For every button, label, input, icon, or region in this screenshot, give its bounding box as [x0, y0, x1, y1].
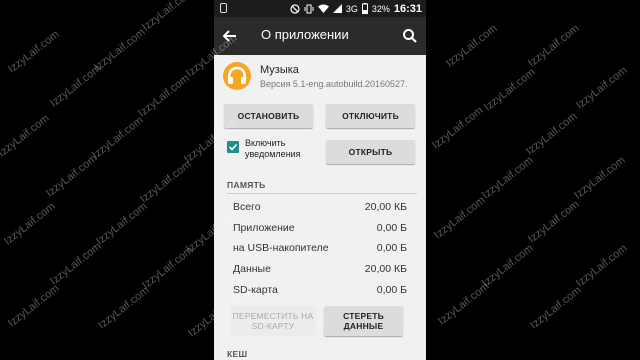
search-button[interactable] — [400, 26, 420, 46]
watermark: IzzyLaif.com — [482, 66, 538, 114]
watermark: IzzyLaif.com — [528, 284, 584, 332]
vibrate-icon — [304, 4, 314, 14]
watermark: IzzyLaif.com — [138, 158, 194, 206]
watermark: IzzyLaif.com — [136, 72, 192, 120]
watermark: IzzyLaif.com — [432, 194, 488, 242]
watermark: IzzyLaif.com — [444, 22, 500, 70]
arrow-back-icon — [222, 30, 236, 42]
watermark: IzzyLaif.com — [6, 28, 62, 76]
back-button[interactable] — [220, 26, 240, 46]
battery-level: 32% — [371, 3, 390, 14]
status-icons: 3G 32% 16:31 — [290, 1, 422, 16]
storage-label: Приложение — [233, 222, 295, 234]
app-header: Музыка Версия 5.1-eng.autobuild.20160527… — [214, 55, 426, 100]
storage-value: 20,00 КБ — [364, 263, 407, 275]
app-name: Музыка — [260, 64, 299, 76]
watermark: IzzyLaif.com — [96, 284, 152, 332]
app-bar: О приложении — [214, 17, 426, 55]
watermark: IzzyLaif.com — [526, 22, 582, 70]
watermark: IzzyLaif.com — [480, 242, 536, 290]
battery-icon — [361, 3, 368, 14]
move-to-sd-button[interactable]: ПЕРЕМЕСТИТЬ НА SD-КАРТУ — [230, 306, 316, 336]
clear-data-button[interactable]: СТЕРЕТЬ ДАННЫЕ — [324, 306, 403, 336]
storage-row-sd: SD-карта 0,00 Б — [233, 284, 407, 302]
storage-value: 0,00 Б — [376, 284, 407, 296]
watermark: IzzyLaif.com — [574, 242, 630, 290]
cache-section-title: КЕШ — [227, 349, 248, 359]
memory-section-title: ПАМЯТЬ — [227, 180, 266, 190]
storage-row-app: Приложение 0,00 Б — [233, 222, 407, 240]
force-stop-button[interactable]: ОСТАНОВИТЬ — [224, 104, 313, 128]
watermark: IzzyLaif.com — [140, 244, 196, 292]
notifications-checkbox[interactable] — [227, 141, 239, 153]
storage-label: Данные — [233, 263, 271, 275]
watermark: IzzyLaif.com — [90, 114, 146, 162]
screen: 3G 32% 16:31 О приложении Музыка Версия … — [0, 0, 640, 360]
status-bar: 3G 32% 16:31 — [214, 0, 426, 17]
signal-icon — [332, 4, 342, 13]
watermark: IzzyLaif.com — [524, 110, 580, 158]
storage-value: 0,00 Б — [376, 242, 407, 254]
watermark: IzzyLaif.com — [94, 200, 150, 248]
clock: 16:31 — [393, 2, 422, 15]
storage-row-data: Данные 20,00 КБ — [233, 263, 407, 281]
headphones-icon — [222, 61, 252, 91]
watermark: IzzyLaif.com — [430, 104, 486, 152]
watermark: IzzyLaif.com — [480, 154, 536, 202]
watermark: IzzyLaif.com — [48, 62, 104, 110]
watermark: IzzyLaif.com — [572, 154, 628, 202]
network-type: 3G — [345, 3, 358, 14]
storage-value: 0,00 Б — [376, 222, 407, 234]
disable-button[interactable]: ОТКЛЮЧИТЬ — [326, 104, 415, 128]
wifi-icon — [317, 4, 329, 13]
search-icon — [403, 29, 417, 43]
watermark: IzzyLaif.com — [436, 280, 492, 328]
do-not-disturb-icon — [290, 3, 300, 14]
watermark: IzzyLaif.com — [526, 198, 582, 246]
storage-value: 20,00 КБ — [364, 201, 407, 213]
page-title: О приложении — [261, 27, 349, 42]
storage-row-usb: на USB-накопителе 0,00 Б — [233, 242, 407, 260]
storage-row-total: Всего 20,00 КБ — [233, 201, 407, 219]
watermark: IzzyLaif.com — [0, 112, 52, 160]
storage-label: на USB-накопителе — [233, 242, 329, 254]
watermark: IzzyLaif.com — [574, 64, 630, 112]
watermark: IzzyLaif.com — [48, 240, 104, 288]
storage-label: SD-карта — [233, 284, 278, 296]
app-version: Версия 5.1-eng.autobuild.20160527. — [260, 79, 408, 89]
watermark: IzzyLaif.com — [140, 0, 196, 34]
open-button[interactable]: ОТКРЫТЬ — [326, 140, 415, 164]
memory-divider — [227, 193, 417, 194]
watermark: IzzyLaif.com — [2, 200, 58, 248]
watermark: IzzyLaif.com — [44, 152, 100, 200]
storage-label: Всего — [233, 201, 261, 213]
notification-icon — [220, 3, 227, 13]
checkmark-icon — [228, 143, 238, 151]
phone-screen: 3G 32% 16:31 О приложении Музыка Версия … — [214, 0, 426, 360]
notifications-label: Включить уведомления — [245, 138, 301, 159]
watermark: IzzyLaif.com — [92, 26, 148, 74]
watermark: IzzyLaif.com — [6, 282, 62, 330]
